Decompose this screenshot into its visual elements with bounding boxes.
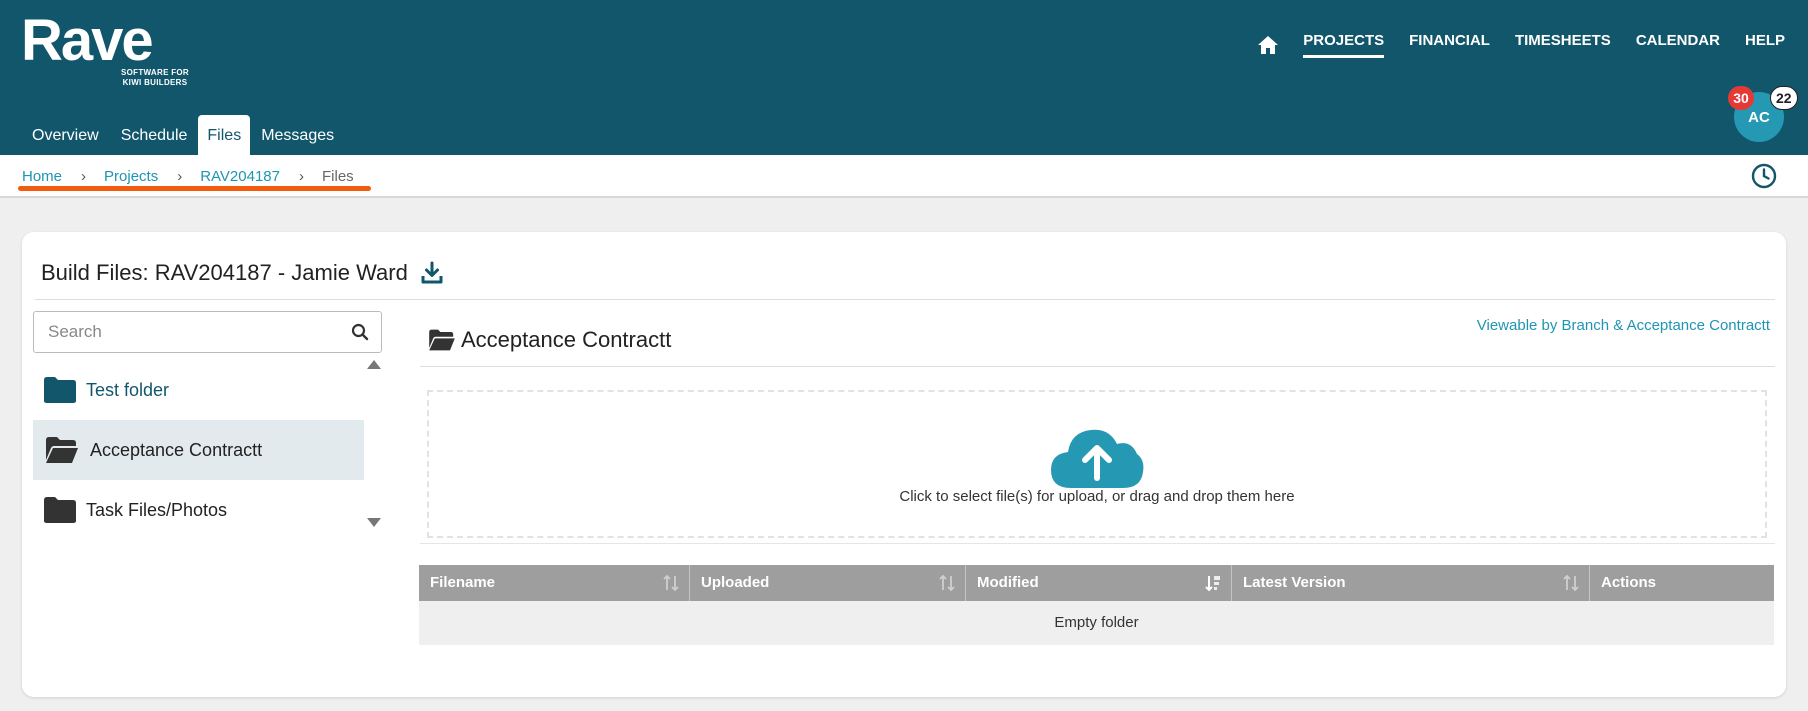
sort-desc-icon xyxy=(1205,576,1220,592)
folder-name: Acceptance Contractt xyxy=(90,439,263,460)
home-icon[interactable] xyxy=(1257,34,1279,56)
empty-folder-row: Empty folder xyxy=(419,601,1774,645)
breadcrumb-project[interactable]: RAV204187 xyxy=(200,168,280,185)
upload-dropzone[interactable]: Click to select file(s) for upload, or d… xyxy=(427,390,1767,538)
column-header-latest-version[interactable]: Latest Version xyxy=(1232,565,1590,601)
folder-open-icon xyxy=(46,437,78,463)
nav-timesheets[interactable]: TIMESHEETS xyxy=(1515,32,1611,58)
files-card: Build Files: RAV204187 - Jamie Ward Test… xyxy=(22,232,1786,697)
folder-item-task-files-photos[interactable]: Task Files/Photos xyxy=(33,480,364,540)
divider xyxy=(35,299,1775,300)
sort-icon xyxy=(1563,574,1579,592)
scroll-up-arrow-icon[interactable] xyxy=(367,359,381,369)
scroll-down-arrow-icon[interactable] xyxy=(367,518,381,528)
breadcrumb-separator: › xyxy=(177,168,183,185)
cloud-upload-icon xyxy=(1051,429,1144,488)
notification-badge-red[interactable]: 30 xyxy=(1728,86,1754,110)
search-input[interactable] xyxy=(34,322,334,342)
folder-name: Task Files/Photos xyxy=(86,499,228,520)
tab-files[interactable]: Files xyxy=(198,115,251,155)
folder-icon xyxy=(44,377,76,403)
column-header-uploaded[interactable]: Uploaded xyxy=(690,565,966,601)
breadcrumb-highlight xyxy=(18,186,371,191)
column-header-modified[interactable]: Modified xyxy=(966,565,1232,601)
breadcrumb-separator: › xyxy=(299,168,304,185)
folder-item-acceptance-contractt[interactable]: Acceptance Contractt xyxy=(33,420,364,480)
folder-permissions-link[interactable]: Viewable by Branch & Acceptance Contract… xyxy=(1477,317,1770,334)
folder-heading: Acceptance Contractt xyxy=(428,327,671,353)
notification-badge-white[interactable]: 22 xyxy=(1770,86,1798,110)
breadcrumb-separator: › xyxy=(81,168,87,185)
search-icon[interactable] xyxy=(351,323,369,341)
sort-icon xyxy=(939,574,955,592)
folder-open-icon xyxy=(429,329,455,351)
nav-help[interactable]: HELP xyxy=(1745,32,1785,58)
sort-icon xyxy=(663,574,679,592)
nav-calendar[interactable]: CALENDAR xyxy=(1636,32,1720,58)
main-nav: PROJECTS FINANCIAL TIMESHEETS CALENDAR H… xyxy=(1257,32,1785,58)
download-icon[interactable] xyxy=(420,261,444,285)
column-header-actions: Actions xyxy=(1601,574,1657,591)
page-title: Build Files: RAV204187 - Jamie Ward xyxy=(41,260,444,286)
tab-schedule[interactable]: Schedule xyxy=(110,115,199,155)
column-header-filename[interactable]: Filename xyxy=(419,565,690,601)
tab-messages[interactable]: Messages xyxy=(250,115,345,155)
nav-projects[interactable]: PROJECTS xyxy=(1303,32,1385,58)
history-clock-icon[interactable] xyxy=(1751,163,1777,189)
folder-item-test-folder[interactable]: Test folder xyxy=(33,360,364,420)
breadcrumb-projects[interactable]: Projects xyxy=(104,168,158,185)
logo-tagline: SOFTWARE FOR KIWI BUILDERS xyxy=(120,68,190,87)
folder-name: Test folder xyxy=(86,379,170,400)
dropzone-text: Click to select file(s) for upload, or d… xyxy=(899,488,1295,505)
divider xyxy=(420,366,1775,367)
folder-icon xyxy=(44,497,76,523)
breadcrumb-home[interactable]: Home xyxy=(22,168,62,185)
breadcrumb-bar: Home › Projects › RAV204187 › Files xyxy=(0,155,1808,198)
breadcrumb-current: Files xyxy=(322,168,354,185)
nav-financial[interactable]: FINANCIAL xyxy=(1409,32,1490,58)
folder-search xyxy=(33,311,382,353)
rave-logo[interactable]: Rave SOFTWARE FOR KIWI BUILDERS xyxy=(21,8,189,88)
tab-overview[interactable]: Overview xyxy=(21,115,110,155)
divider xyxy=(420,543,1775,544)
table-header: Filename Uploaded Modified Latest Versio… xyxy=(419,565,1774,601)
project-tabs: Overview Schedule Files Messages xyxy=(21,115,345,155)
logo-wordmark: Rave xyxy=(21,8,154,73)
breadcrumb: Home › Projects › RAV204187 › Files xyxy=(22,168,354,185)
files-table: Filename Uploaded Modified Latest Versio… xyxy=(419,565,1774,645)
folder-list: Test folder Acceptance Contractt Task Fi… xyxy=(33,360,364,528)
top-header: Rave SOFTWARE FOR KIWI BUILDERS PROJECTS… xyxy=(0,0,1808,155)
